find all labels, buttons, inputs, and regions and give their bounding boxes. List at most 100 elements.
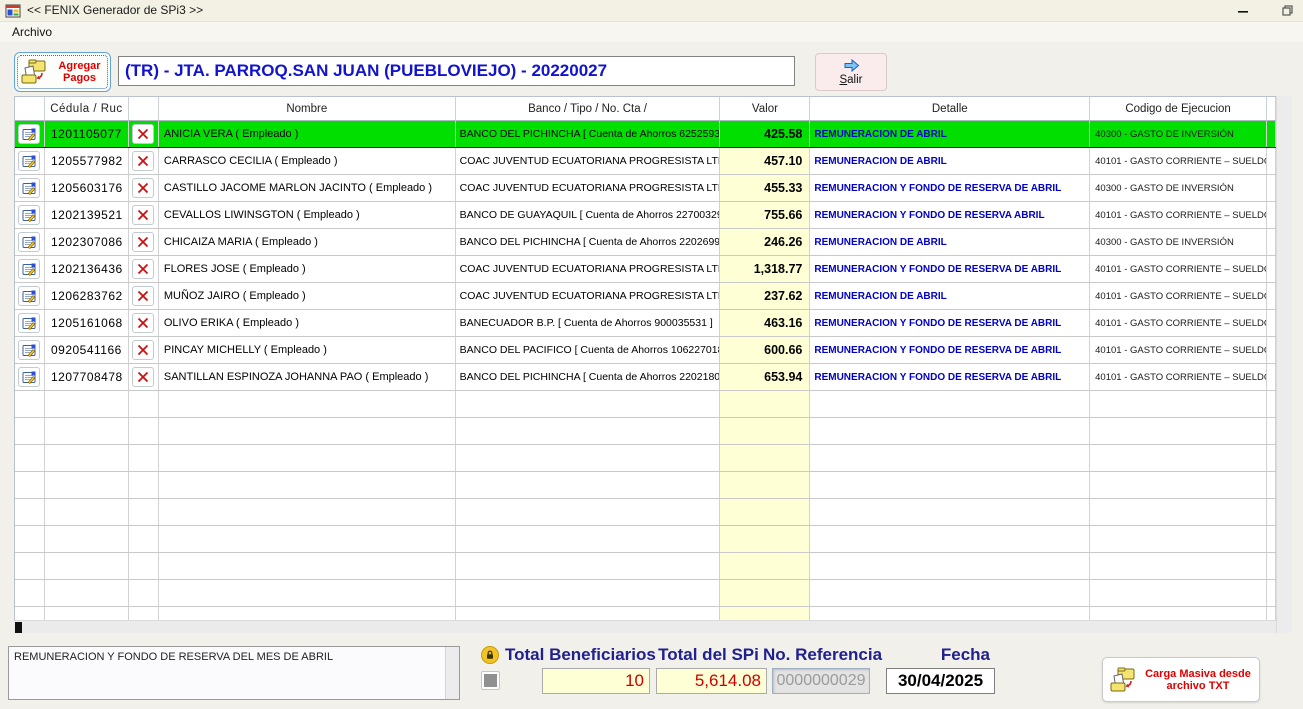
header-banco: Banco / Tipo / No. Cta / (456, 97, 721, 120)
edit-row-button[interactable] (18, 178, 40, 198)
delete-cell (129, 121, 159, 147)
table-row[interactable]: 1201105077 ANICIA VERA ( Empleado ) BANC… (15, 121, 1276, 148)
table-row[interactable]: 1202136436 FLORES JOSE ( Empleado ) COAC… (15, 256, 1276, 283)
edit-row-button[interactable] (18, 340, 40, 360)
cedula-cell: 0920541166 (45, 337, 129, 363)
cedula-cell: 1207708478 (45, 364, 129, 390)
delete-row-button[interactable] (132, 124, 154, 144)
edit-row-button[interactable] (18, 313, 40, 333)
cedula-cell: 1205603176 (45, 175, 129, 201)
delete-cell (129, 148, 159, 174)
table-row[interactable]: 0920541166 PINCAY MICHELLY ( Empleado ) … (15, 337, 1276, 364)
valor-cell: 755.66 (720, 202, 810, 228)
edit-row-button[interactable] (18, 232, 40, 252)
delete-cell (129, 337, 159, 363)
lock-icon (481, 646, 499, 664)
table-row[interactable]: 1202139521 CEVALLOS LIWINSGTON ( Emplead… (15, 202, 1276, 229)
table-row[interactable]: 1205603176 CASTILLO JACOME MARLON JACINT… (15, 175, 1276, 202)
edit-row-button[interactable] (18, 259, 40, 279)
edit-row-button[interactable] (18, 151, 40, 171)
empty-table-row (15, 418, 1276, 445)
horizontal-scrollbar-thumb[interactable] (15, 622, 22, 633)
delete-cell (129, 175, 159, 201)
delete-cell (129, 283, 159, 309)
detail-memo[interactable]: REMUNERACION Y FONDO DE RESERVA DEL MES … (8, 646, 460, 700)
stub-cell (1267, 121, 1276, 147)
delete-row-button[interactable] (132, 205, 154, 225)
header-nombre: Nombre (159, 97, 456, 120)
edit-cell (15, 283, 45, 309)
header-detalle: Detalle (810, 97, 1090, 120)
total-beneficiarios-label: Total Beneficiarios (505, 645, 650, 665)
detalle-cell: REMUNERACION Y FONDO DE RESERVA DE ABRIL (810, 364, 1090, 390)
nombre-cell: PINCAY MICHELLY ( Empleado ) (159, 337, 456, 363)
detalle-cell: REMUNERACION DE ABRIL (810, 121, 1090, 147)
edit-row-button[interactable] (18, 124, 40, 144)
stub-cell (1267, 364, 1276, 390)
edit-row-button[interactable] (18, 205, 40, 225)
horizontal-scrollbar[interactable] (14, 620, 1276, 633)
agregar-pagos-button[interactable]: Agregar Pagos (14, 52, 111, 92)
stub-cell (1267, 283, 1276, 309)
codigo-cell: 40101 - GASTO CORRIENTE – SUELDOS (1090, 310, 1267, 336)
batch-title-input[interactable] (118, 56, 795, 86)
referencia-label: No. Referencia (763, 645, 873, 665)
add-payments-folders-icon (19, 58, 49, 86)
detalle-cell: REMUNERACION DE ABRIL (810, 148, 1090, 174)
table-header: Cédula / Ruc Nombre Banco / Tipo / No. C… (15, 96, 1276, 121)
cedula-cell: 1202307086 (45, 229, 129, 255)
header-stub (1267, 97, 1276, 120)
delete-row-button[interactable] (132, 313, 154, 333)
delete-row-button[interactable] (132, 367, 154, 387)
delete-row-button[interactable] (132, 259, 154, 279)
detalle-cell: REMUNERACION Y FONDO DE RESERVA DE ABRIL (810, 310, 1090, 336)
empty-table-row (15, 472, 1276, 499)
edit-cell (15, 364, 45, 390)
window-title: << FENIX Generador de SPi3 >> (27, 3, 203, 17)
banco-cell: BANCO DEL PACIFICO [ Cuenta de Ahorros 1… (456, 337, 721, 363)
banco-cell: BANCO DE GUAYAQUIL [ Cuenta de Ahorros 2… (456, 202, 721, 228)
detalle-cell: REMUNERACION DE ABRIL (810, 229, 1090, 255)
fecha-field[interactable]: 30/04/2025 (886, 668, 995, 694)
restore-icon[interactable] (1272, 0, 1302, 21)
table-row[interactable]: 1205161068 OLIVO ERIKA ( Empleado ) BANE… (15, 310, 1276, 337)
delete-row-button[interactable] (132, 178, 154, 198)
edit-row-button[interactable] (18, 286, 40, 306)
carga-masiva-button[interactable]: Carga Masiva desde archivo TXT (1102, 657, 1260, 702)
memo-scrollbar[interactable] (445, 647, 459, 699)
delete-row-button[interactable] (132, 340, 154, 360)
payments-table: Cédula / Ruc Nombre Banco / Tipo / No. C… (14, 96, 1276, 620)
nombre-cell: CEVALLOS LIWINSGTON ( Empleado ) (159, 202, 456, 228)
app-icon (5, 3, 21, 19)
detalle-cell: REMUNERACION Y FONDO DE RESERVA DE ABRIL (810, 256, 1090, 282)
table-row[interactable]: 1205577982 CARRASCO CECILIA ( Empleado )… (15, 148, 1276, 175)
stub-cell (1267, 202, 1276, 228)
valor-cell: 455.33 (720, 175, 810, 201)
table-row[interactable]: 1206283762 MUÑOZ JAIRO ( Empleado ) COAC… (15, 283, 1276, 310)
banco-cell: COAC JUVENTUD ECUATORIANA PROGRESISTA LT… (456, 148, 721, 174)
codigo-cell: 40300 - GASTO DE INVERSIÓN (1090, 229, 1267, 255)
minimize-icon[interactable] (1228, 0, 1258, 21)
cedula-cell: 1202139521 (45, 202, 129, 228)
codigo-cell: 40101 - GASTO CORRIENTE – SUELDOS (1090, 283, 1267, 309)
edit-cell (15, 121, 45, 147)
delete-row-button[interactable] (132, 151, 154, 171)
header-valor: Valor (720, 97, 810, 120)
delete-row-button[interactable] (132, 286, 154, 306)
menu-archivo[interactable]: Archivo (8, 24, 56, 40)
nombre-cell: MUÑOZ JAIRO ( Empleado ) (159, 283, 456, 309)
table-row[interactable]: 1207708478 SANTILLAN ESPINOZA JOHANNA PA… (15, 364, 1276, 391)
edit-cell (15, 256, 45, 282)
codigo-cell: 40101 - GASTO CORRIENTE – SUELDOS (1090, 202, 1267, 228)
cedula-cell: 1201105077 (45, 121, 129, 147)
valor-cell: 1,318.77 (720, 256, 810, 282)
header-delete (129, 97, 159, 120)
banco-cell: BANCO DEL PICHINCHA [ Cuenta de Ahorros … (456, 229, 721, 255)
codigo-cell: 40101 - GASTO CORRIENTE – SUELDOS (1090, 148, 1267, 174)
salir-button[interactable]: Salir (815, 53, 887, 91)
edit-row-button[interactable] (18, 367, 40, 387)
vertical-scrollbar[interactable] (1276, 96, 1292, 633)
gray-toggle-button[interactable] (481, 671, 500, 690)
table-row[interactable]: 1202307086 CHICAIZA MARIA ( Empleado ) B… (15, 229, 1276, 256)
delete-row-button[interactable] (132, 232, 154, 252)
